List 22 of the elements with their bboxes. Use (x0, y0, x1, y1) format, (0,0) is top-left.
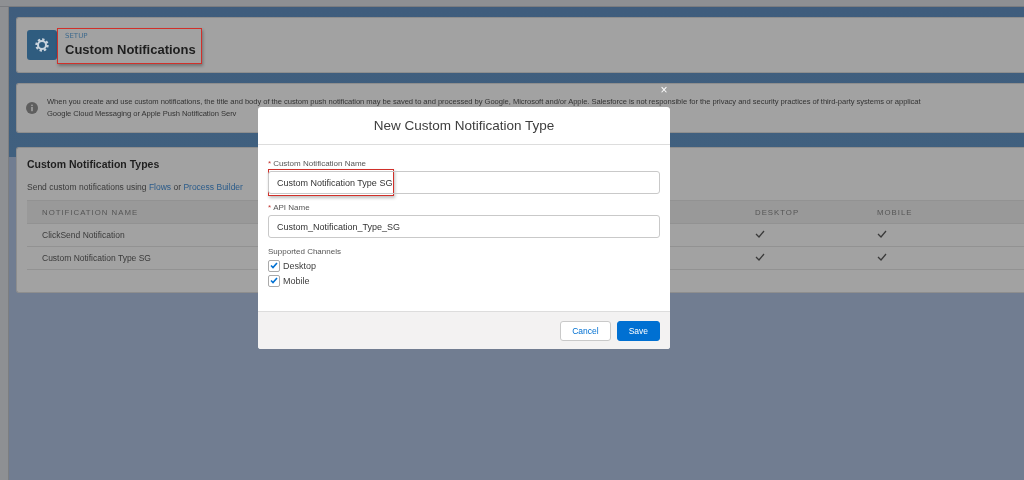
info-icon (26, 102, 38, 114)
table-cell: ClickSend Notification (42, 230, 125, 240)
input-field[interactable]: Custom_Notification_Type_SG (268, 215, 660, 238)
input-field[interactable]: Custom Notification Type SG (268, 171, 660, 194)
gear-icon (27, 30, 57, 60)
group-label: Supported Channels (268, 247, 342, 256)
checkbox-label: Mobile (283, 275, 310, 286)
save-button[interactable]: Save (616, 320, 660, 341)
link[interactable]: Flows (148, 182, 172, 192)
table-cell: Custom Notification Type SG (42, 253, 151, 263)
card-title: Custom Notification Types (27, 158, 160, 170)
required-mark: * (268, 159, 272, 168)
required-mark: * (268, 203, 272, 212)
cancel-button[interactable]: Cancel (560, 320, 611, 341)
label-text: API Name (273, 203, 310, 212)
label-text: Custom Notification Name (273, 159, 367, 168)
close-button[interactable]: × (657, 83, 671, 97)
checkbox-label: Desktop (283, 260, 317, 271)
page-title: Custom Notifications (65, 40, 196, 59)
link[interactable]: Process Builder (183, 182, 243, 192)
dialog-title: New Custom Notification Type (373, 118, 555, 133)
intro-text: Send custom notifications using Flows or Process Builder (27, 182, 243, 192)
